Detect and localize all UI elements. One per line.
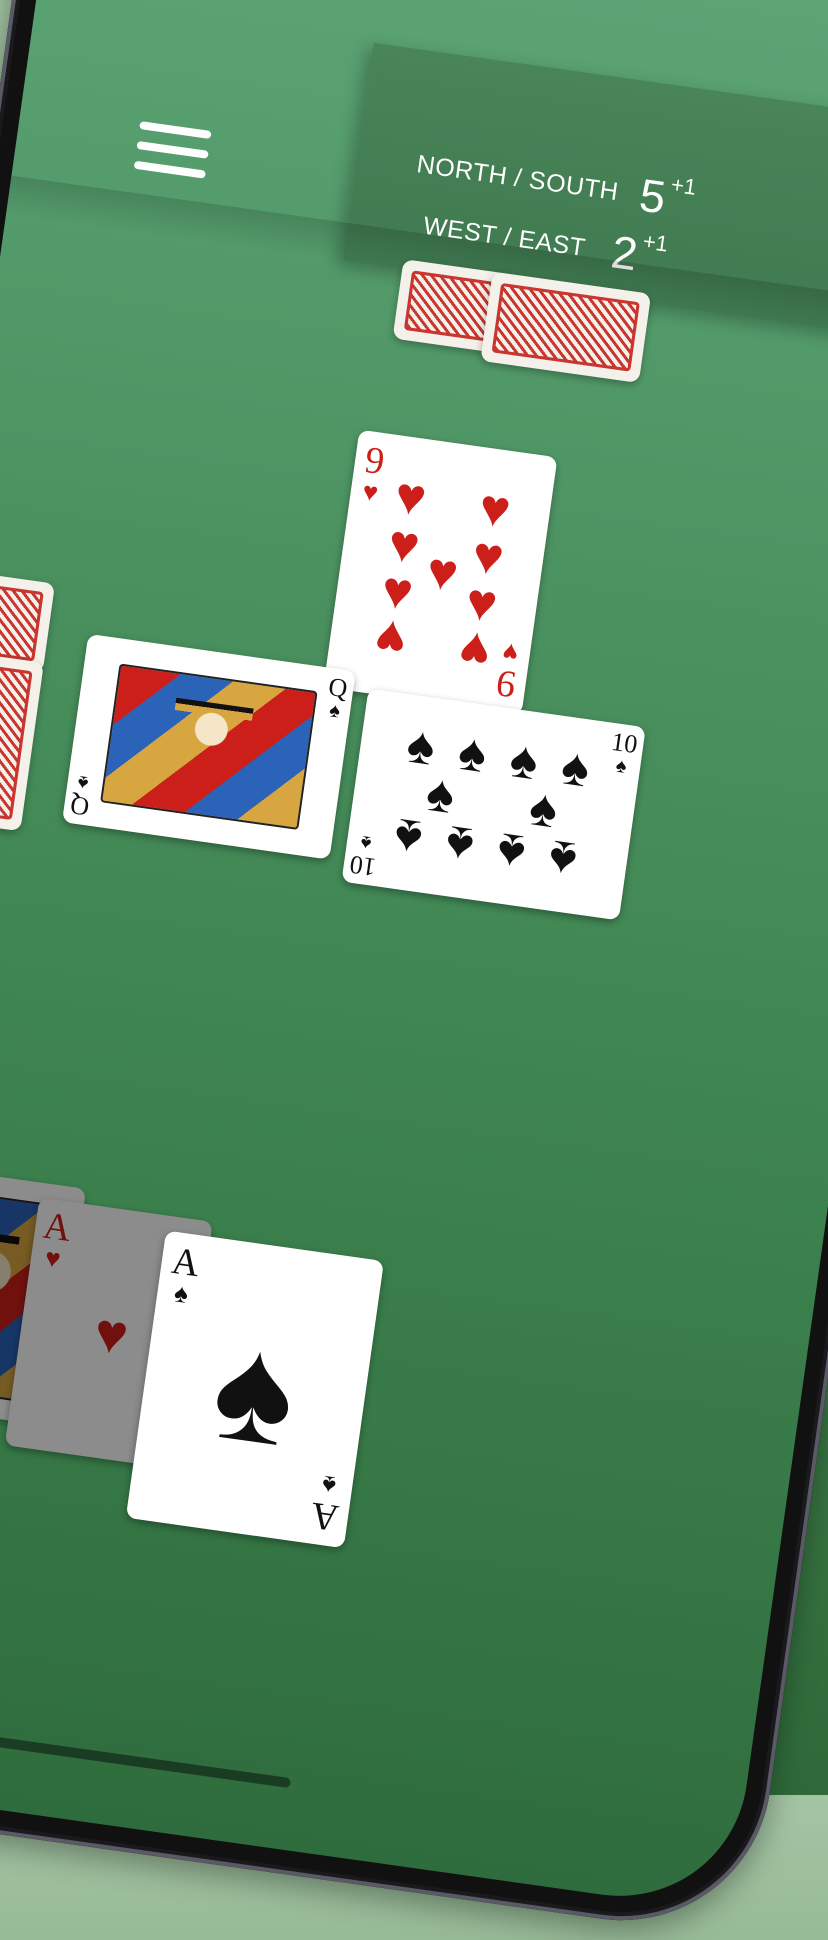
heart-icon: ♥ bbox=[423, 541, 462, 604]
home-indicator[interactable] bbox=[0, 1736, 292, 1789]
card-corner: A ♠ bbox=[169, 1239, 203, 1310]
queen-face-art bbox=[100, 663, 318, 830]
heart-icon: ♥ bbox=[371, 607, 411, 669]
spade-icon: ♠ bbox=[441, 813, 478, 876]
spade-icon: ♠ bbox=[493, 821, 529, 883]
menu-icon[interactable] bbox=[133, 121, 212, 183]
heart-icon: ♥ bbox=[90, 1299, 133, 1367]
spade-icon: ♠ bbox=[544, 828, 581, 890]
heart-icon: ♥ bbox=[455, 618, 495, 681]
card-corner: Q ♠ bbox=[68, 770, 92, 822]
score-bonus: +1 bbox=[669, 171, 698, 200]
spade-icon: ♠ bbox=[557, 737, 594, 799]
score-bonus: +1 bbox=[641, 228, 670, 257]
card-corner: 10 ♠ bbox=[609, 726, 640, 778]
spade-icon: ♠ bbox=[454, 722, 491, 785]
phone-frame: NORTH / SOUTH 5+1 WEST / EAST 2+1 9 ♥ ♥ bbox=[0, 0, 828, 1940]
trick-card-north: 9 ♥ ♥ ♥ ♥ ♥ ♥ ♥ ♥ ♥ ♥ 9 ♥ bbox=[323, 429, 558, 715]
spade-icon: ♠ bbox=[390, 806, 426, 868]
trick-card-east: 10 ♠ ♠ ♠ ♠ ♠ ♠ ♠ ♠ ♠ ♠ ♠ 10 ♠ bbox=[341, 688, 646, 921]
card-corner: A ♠ bbox=[307, 1469, 341, 1539]
card-corner: Q ♠ bbox=[326, 671, 350, 723]
west-hand-card-back bbox=[0, 565, 56, 673]
card-corner: A ♥ bbox=[40, 1204, 74, 1274]
card-corner: 10 ♠ bbox=[347, 830, 378, 882]
trick-card-west: Q ♠ Q ♠ bbox=[61, 633, 356, 860]
team-label: NORTH / SOUTH bbox=[415, 150, 621, 207]
game-screen: NORTH / SOUTH 5+1 WEST / EAST 2+1 9 ♥ ♥ bbox=[0, 0, 828, 1913]
spade-icon: ♠ bbox=[203, 1300, 307, 1479]
card-corner: 9 ♥ bbox=[493, 636, 521, 706]
team-score: 5+1 bbox=[636, 168, 698, 229]
card-corner: 9 ♥ bbox=[360, 438, 388, 508]
hand-card-playable[interactable]: A ♠ ♠ A ♠ bbox=[125, 1230, 385, 1549]
score-value: 5 bbox=[636, 168, 669, 224]
west-hand-card-back bbox=[0, 644, 44, 832]
